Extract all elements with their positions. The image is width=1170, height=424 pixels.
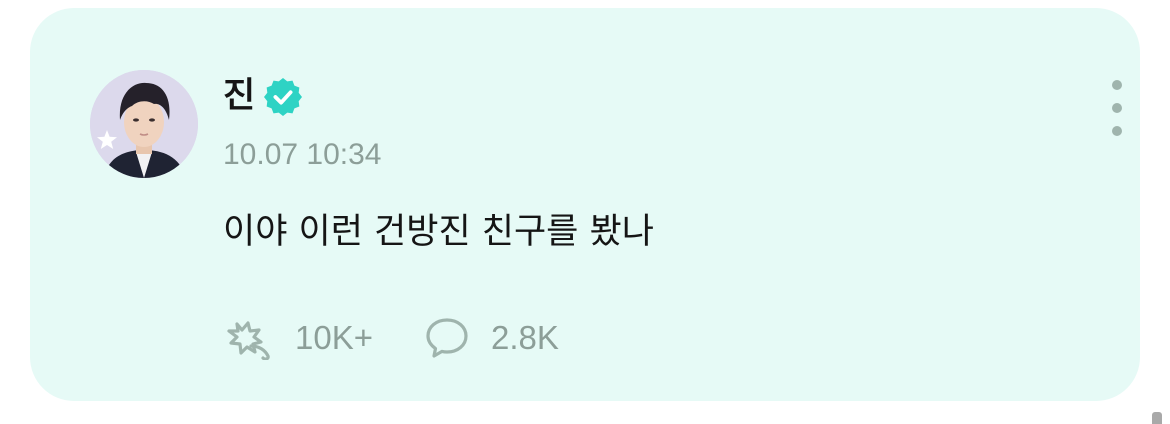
post-timestamp: 10.07 10:34: [223, 138, 382, 171]
post-card: 진 10.07 10:34 이야 이런 건방진 친구를 봤나 10K+ 2.8K: [30, 8, 1140, 401]
check-badge-icon: [264, 78, 302, 116]
star-icon: [97, 130, 117, 149]
post-text: 이야 이런 건방진 친구를 봤나: [223, 212, 654, 252]
author-name[interactable]: 진: [223, 74, 255, 118]
like-count: 10K+: [295, 319, 373, 356]
scrollbar[interactable]: [1152, 412, 1162, 424]
more-dot-icon: [1112, 126, 1122, 136]
more-options-button[interactable]: [1102, 80, 1132, 136]
avatar[interactable]: [90, 70, 198, 178]
speech-bubble-icon: [426, 318, 468, 358]
comment-count: 2.8K: [491, 319, 559, 356]
more-dot-icon: [1112, 103, 1122, 113]
comment-button[interactable]: 2.8K: [425, 316, 559, 360]
applause-icon: [227, 321, 270, 360]
more-dot-icon: [1112, 80, 1122, 90]
like-button[interactable]: 10K+: [223, 316, 373, 360]
